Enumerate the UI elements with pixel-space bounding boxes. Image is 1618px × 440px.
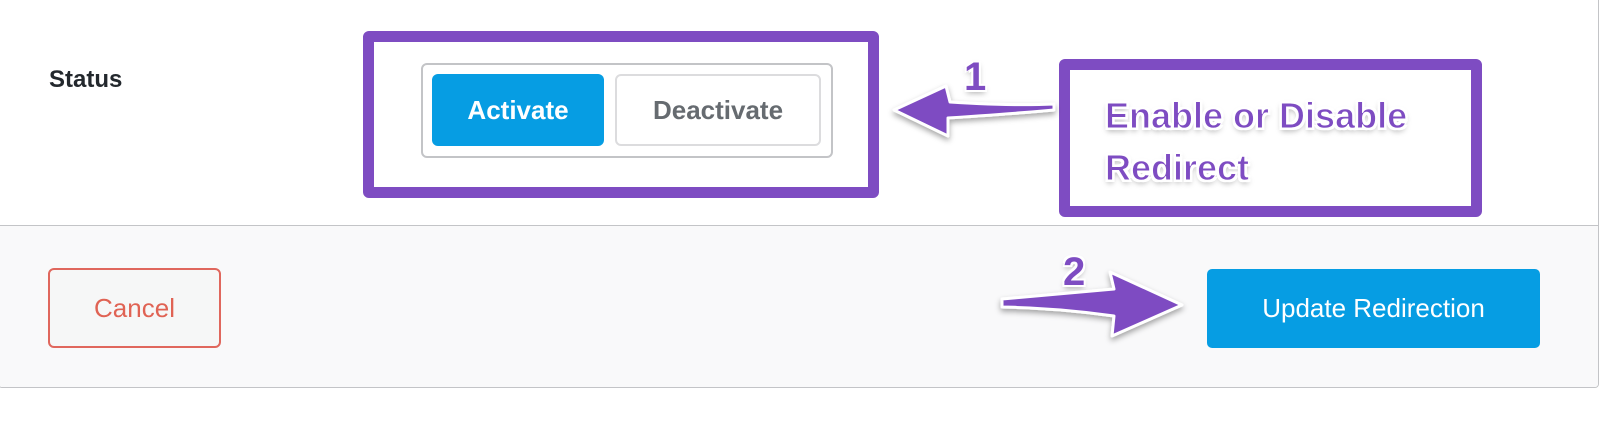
annotation-arrow-left-icon (892, 84, 1056, 138)
annotation-callout-line-1: Enable or Disable (1105, 95, 1408, 137)
status-label: Status (49, 66, 123, 93)
annotation-callout-line-2: Redirect (1105, 147, 1250, 189)
annotation-callout-text: Enable or Disable Redirect (1105, 90, 1465, 194)
update-redirection-button[interactable]: Update Redirection (1207, 269, 1540, 348)
annotation-highlight-toggle (363, 31, 879, 198)
cancel-button[interactable]: Cancel (48, 268, 221, 348)
annotation-arrow-right-icon (1000, 270, 1184, 338)
screenshot-canvas: Status Activate Deactivate Cancel Update… (0, 0, 1618, 440)
